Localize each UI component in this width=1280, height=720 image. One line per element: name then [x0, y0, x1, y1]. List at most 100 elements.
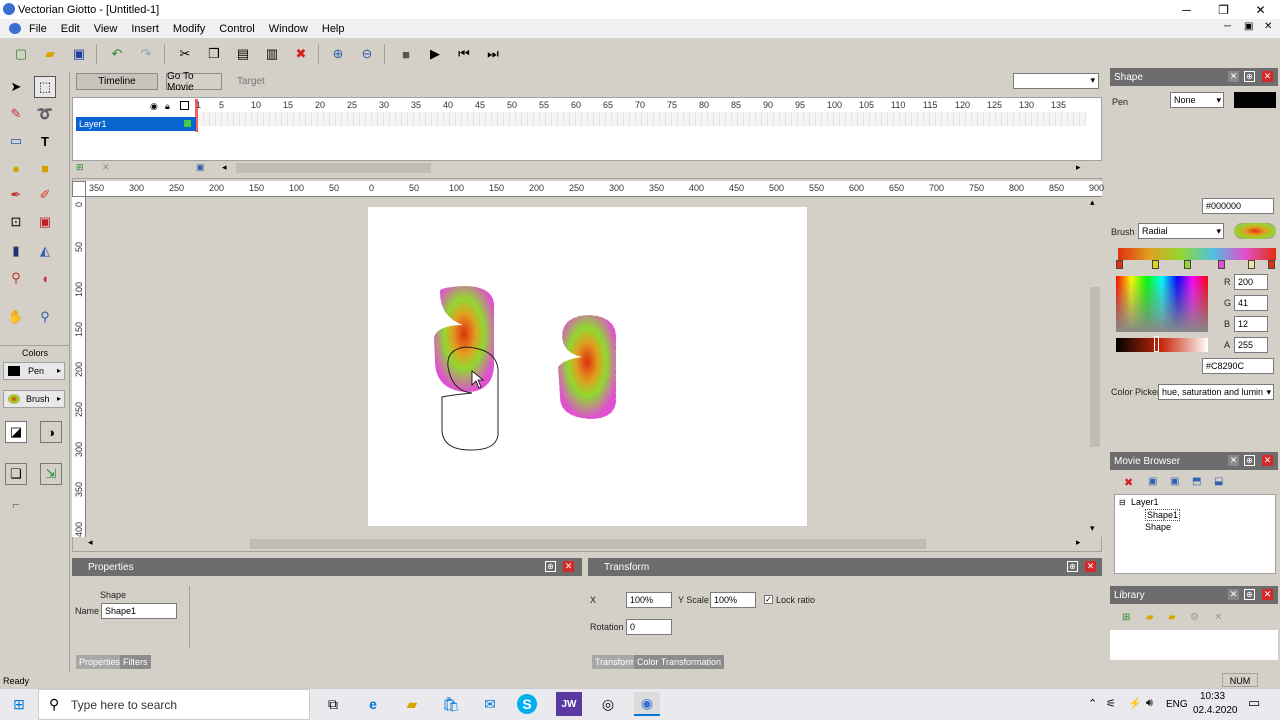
swap-colors-icon[interactable]: ◑: [40, 421, 62, 443]
inner-minimize-button[interactable]: ─: [1224, 21, 1231, 32]
hue-saturation-picker[interactable]: [1116, 276, 1208, 332]
forward-end-icon[interactable]: ⏭: [482, 44, 504, 64]
pen-tool-icon[interactable]: ✒: [5, 184, 27, 206]
frames-grid[interactable]: [72, 97, 1102, 161]
library-pin-icon[interactable]: ⊕: [1244, 589, 1255, 600]
movie-browser-x-icon[interactable]: ✕: [1262, 455, 1273, 466]
tree-item-shape1[interactable]: Shape1: [1145, 509, 1181, 521]
library-properties-icon[interactable]: ⚙: [1190, 612, 1199, 623]
r-field[interactable]: 200: [1234, 274, 1268, 290]
rectangle-tool-icon[interactable]: ■: [34, 157, 56, 179]
menu-window[interactable]: Window: [262, 23, 315, 35]
shape-panel-close-icon[interactable]: ✕: [1228, 71, 1239, 82]
straighten-icon[interactable]: ⌐: [5, 493, 27, 515]
pen-hex-field[interactable]: #000000: [1202, 198, 1274, 214]
save-icon[interactable]: ▣: [68, 44, 90, 64]
canvas[interactable]: [368, 207, 807, 526]
close-button[interactable]: ✕: [1242, 0, 1279, 19]
stage-h-scrollbar[interactable]: ◂ ▸: [88, 537, 1088, 551]
menu-modify[interactable]: Modify: [166, 23, 212, 35]
task-view-icon[interactable]: ⧉: [320, 692, 346, 716]
paste-special-icon[interactable]: ▥: [261, 44, 283, 64]
subselect-tool-icon[interactable]: ⬚: [34, 76, 56, 98]
brush-gradient-swatch[interactable]: [1234, 223, 1276, 239]
hand-tool-icon[interactable]: ✋: [5, 306, 27, 328]
clock-time[interactable]: 10:33: [1200, 691, 1225, 702]
cut-icon[interactable]: ✂: [174, 44, 196, 64]
delete-icon[interactable]: ✖: [290, 44, 312, 64]
new-file-icon[interactable]: ▢: [10, 44, 32, 64]
open-folder-icon[interactable]: ▰: [39, 44, 61, 64]
stage-v-scrollbar[interactable]: ▴ ▾: [1088, 197, 1102, 537]
start-button-icon[interactable]: ⊞: [6, 692, 32, 716]
timeline-scrollbar[interactable]: ⊞ ✕ ▣ ◂ ▸: [76, 161, 1102, 175]
notifications-icon[interactable]: ▭: [1248, 695, 1260, 711]
mail-icon[interactable]: ✉: [477, 692, 503, 716]
gradient-stops[interactable]: [1116, 260, 1276, 270]
store-icon[interactable]: 🛍︎: [438, 692, 464, 716]
redo-icon[interactable]: ↷: [135, 44, 157, 64]
library-new-icon[interactable]: ⊞: [1122, 612, 1130, 623]
menu-edit[interactable]: Edit: [54, 23, 87, 35]
layer-row[interactable]: Layer1: [76, 117, 196, 131]
menu-view[interactable]: View: [87, 23, 125, 35]
play-icon[interactable]: ▶: [424, 44, 446, 64]
a-field[interactable]: 255: [1234, 337, 1268, 353]
rewind-icon[interactable]: ⏮: [453, 44, 475, 64]
zoom-tool-icon[interactable]: ⚲: [34, 306, 56, 328]
tray-chevron-icon[interactable]: ⌃: [1088, 697, 1097, 710]
gradient-shape-right[interactable]: [557, 314, 617, 420]
library-x-icon[interactable]: ✕: [1262, 589, 1273, 600]
color-picker-dropdown[interactable]: hue, saturation and lumin: [1158, 384, 1274, 400]
shape-panel-pin-icon[interactable]: ⊕: [1244, 71, 1255, 82]
x-scale-field[interactable]: 100%: [626, 592, 672, 608]
brush-tool-icon[interactable]: ✐: [34, 184, 56, 206]
lasso-tool-icon[interactable]: ➰: [34, 103, 56, 125]
menu-insert[interactable]: Insert: [124, 23, 166, 35]
library-folder-icon[interactable]: ▰: [1146, 612, 1154, 623]
transform-pin-icon[interactable]: ⊕: [1067, 561, 1078, 572]
tab-color-transformation[interactable]: Color Transformation: [634, 655, 725, 669]
fill-transform-icon[interactable]: ▣: [34, 211, 56, 233]
browser-tool-icon-2[interactable]: ▣: [1170, 476, 1179, 487]
pen-style-dropdown[interactable]: None: [1170, 92, 1224, 108]
minimize-button[interactable]: ─: [1168, 0, 1205, 19]
tab-transform[interactable]: Transform: [592, 655, 639, 669]
skype-icon[interactable]: S: [517, 694, 537, 714]
library-open-icon[interactable]: ▰: [1168, 612, 1176, 623]
movie-browser-close-icon[interactable]: ✕: [1228, 455, 1239, 466]
maximize-button[interactable]: ❐: [1205, 0, 1242, 19]
library-close-icon[interactable]: ✕: [1228, 589, 1239, 600]
search-box[interactable]: ⚲ Type here to search: [38, 689, 310, 720]
menu-control[interactable]: Control: [212, 23, 261, 35]
arrow-tool-icon[interactable]: ➤: [5, 76, 27, 98]
eyedropper-icon[interactable]: ⚲: [5, 267, 27, 289]
browser-tool-icon-3[interactable]: ⬒: [1192, 476, 1201, 487]
browser-tool-icon-1[interactable]: ▣: [1148, 476, 1157, 487]
network-icon[interactable]: ⚟: [1106, 697, 1116, 710]
jw-app-icon[interactable]: JW: [556, 692, 582, 716]
image-tool-icon[interactable]: ▭: [5, 130, 27, 152]
inner-maximize-button[interactable]: ▣: [1244, 21, 1253, 32]
tree-item-layer1[interactable]: Layer1: [1131, 497, 1159, 507]
obs-icon[interactable]: ◎: [595, 692, 621, 716]
tab-properties[interactable]: Properties: [76, 655, 124, 669]
g-field[interactable]: 41: [1234, 295, 1268, 311]
menu-help[interactable]: Help: [315, 23, 352, 35]
gradient-shape-left[interactable]: [434, 286, 495, 392]
menu-file[interactable]: File: [22, 23, 54, 35]
paint-bucket-icon[interactable]: ◭: [34, 240, 56, 262]
layer-option-icon[interactable]: ❏: [5, 463, 27, 485]
y-scale-field[interactable]: 100%: [710, 592, 756, 608]
brush-color-button[interactable]: Brush ▸: [3, 390, 65, 408]
ellipse-tool-icon[interactable]: ●: [5, 157, 27, 179]
zoom-out-icon[interactable]: ⊖: [356, 44, 378, 64]
gradient-bar[interactable]: [1118, 248, 1276, 260]
target-dropdown[interactable]: ▾: [1013, 73, 1099, 89]
tree-item-shape[interactable]: Shape: [1145, 522, 1171, 532]
text-tool-icon[interactable]: T: [34, 130, 56, 152]
tab-filters[interactable]: Filters: [120, 655, 151, 669]
volume-icon[interactable]: 🔊︎: [1146, 697, 1153, 710]
inner-close-button[interactable]: ✕: [1264, 21, 1272, 32]
transform-tool-icon[interactable]: ⊡: [5, 211, 27, 233]
